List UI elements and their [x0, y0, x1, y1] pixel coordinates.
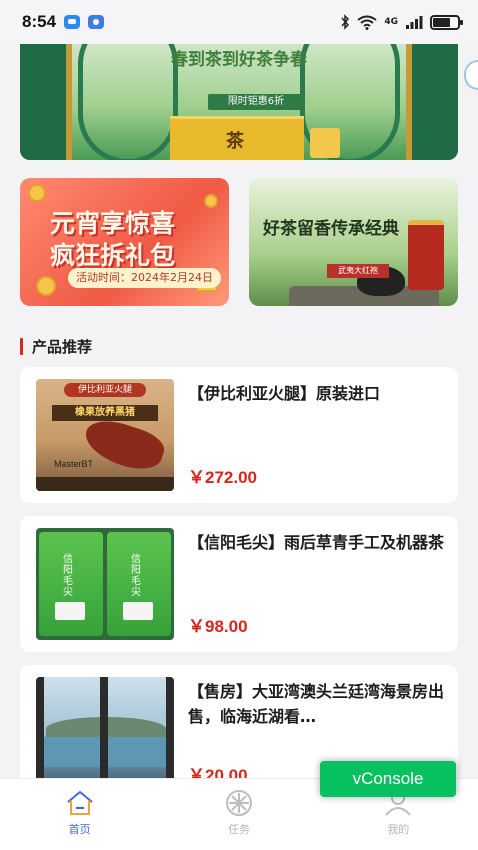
banner-tea-cup [310, 128, 340, 158]
product-image[interactable]: 信阳毛尖 信阳毛尖 [36, 528, 174, 640]
banner-tea-box: 茶 [170, 116, 304, 160]
promo-lantern-festival[interactable]: 元宵享惊喜 疯狂拆礼包 活动时间：2024年2月24日 [20, 178, 229, 306]
product-image[interactable]: 伊比利亚火腿 橡果放养黑猪 MasterBT [36, 379, 174, 491]
promo-red-line1: 元宵享惊喜 [50, 209, 176, 238]
status-bar: 8:54 4G [0, 0, 478, 44]
section-title: 产品推荐 [32, 337, 93, 356]
tea-can-icon [408, 220, 444, 290]
thumb-headline: 橡果放养黑猪 [52, 405, 158, 421]
network-type: 4G [384, 17, 398, 27]
product-title: 【信阳毛尖】雨后草青手工及机器茶 [188, 533, 445, 552]
section-header: 产品推荐 [20, 336, 92, 356]
product-card[interactable]: 伊比利亚火腿 橡果放养黑猪 MasterBT 【伊比利亚火腿】原装进口 ￥272… [20, 367, 458, 503]
tea-bag-sticker [123, 602, 153, 620]
floating-edge-tab[interactable] [464, 60, 478, 90]
vconsole-button[interactable]: vConsole [320, 761, 456, 797]
home-icon [65, 789, 95, 817]
promo-green-stamp: 武夷大红袍 [327, 264, 389, 278]
nav-item-tasks[interactable]: 任务 [159, 779, 318, 850]
product-price: ￥98.00 [188, 617, 248, 636]
ham-icon [79, 413, 169, 477]
banner-badge: 限时钜惠6折 [208, 94, 304, 110]
promo-red-date: 活动时间：2024年2月24日 [68, 268, 221, 288]
camera-app-icon [88, 15, 105, 29]
coin-decoration [36, 276, 56, 296]
banner-box-label: 茶 [226, 131, 244, 152]
banner-arch-left [78, 44, 178, 160]
promo-green-slogan-text: 好茶留香传承经典 [263, 219, 399, 239]
tea-bag-icon: 信阳毛尖 [39, 532, 103, 636]
product-title: 【售房】大亚湾澳头兰廷湾海景房出售，临海近湖看… [188, 682, 445, 726]
thumb-footer [36, 477, 174, 491]
nav-label-profile: 我的 [387, 823, 410, 836]
window-frame [36, 677, 44, 789]
task-icon [224, 789, 254, 817]
wifi-icon [357, 15, 377, 30]
product-title: 【伊比利亚火腿】原装进口 [188, 384, 381, 403]
nav-item-home[interactable]: 首页 [0, 779, 159, 850]
tea-bag-label: 信阳毛尖 [63, 554, 73, 598]
window-frame [100, 677, 108, 789]
coin-decoration [28, 184, 46, 202]
tea-bag-sticker [55, 602, 85, 620]
product-price: ￥272.00 [188, 468, 257, 487]
tea-bag-label: 信阳毛尖 [131, 554, 141, 598]
top-banner[interactable]: 春到茶到好茶争春 限时钜惠6折 茶 [20, 44, 458, 160]
status-time: 8:54 [22, 12, 57, 31]
message-app-icon [64, 15, 81, 29]
banner-pillar-left [20, 44, 72, 160]
status-right: 4G [340, 14, 463, 30]
product-card[interactable]: 信阳毛尖 信阳毛尖 【信阳毛尖】雨后草青手工及机器茶 ￥98.00 [20, 516, 458, 652]
banner-pillar-right [406, 44, 458, 160]
promo-red-line2: 疯狂拆礼包 [50, 241, 176, 270]
window-frame [166, 677, 174, 789]
thumb-caption: 伊比利亚火腿 [64, 383, 146, 397]
section-accent-bar [20, 337, 23, 355]
product-image[interactable] [36, 677, 174, 789]
signal-icon [406, 16, 423, 29]
bluetooth-icon [341, 14, 350, 30]
nav-label-home: 首页 [68, 823, 91, 836]
tea-bag-icon: 信阳毛尖 [107, 532, 171, 636]
promo-classic-tea[interactable]: 好茶留香传承经典 武夷大红袍 [249, 178, 458, 306]
battery-icon [430, 14, 463, 30]
promo-green-slogan: 好茶留香传承经典 [263, 218, 413, 240]
status-left: 8:54 [22, 12, 105, 32]
banner-title: 春到茶到好茶争春 [171, 50, 307, 70]
nav-label-tasks: 任务 [227, 823, 250, 836]
thumb-brand: MasterBT [54, 459, 94, 469]
coin-decoration [204, 194, 218, 208]
